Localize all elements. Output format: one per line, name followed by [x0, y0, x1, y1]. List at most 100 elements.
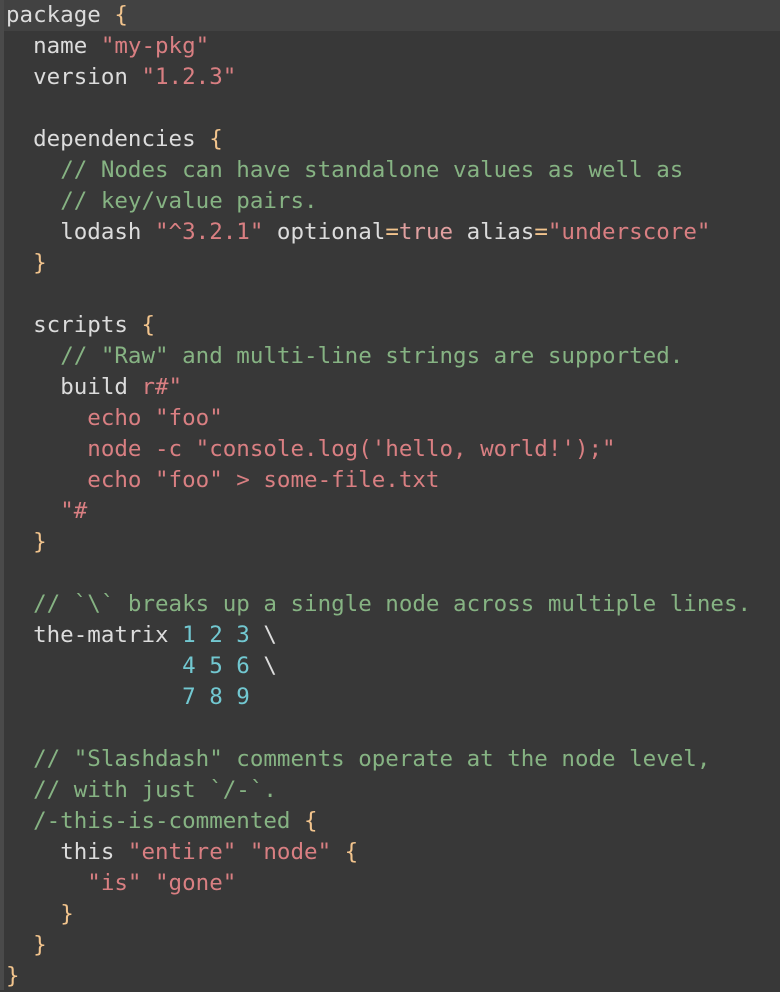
string-token: "entire" "node": [127, 839, 345, 865]
identifier-token: the-matrix: [33, 622, 183, 648]
code-line[interactable]: // "Raw" and multi-line strings are supp…: [4, 341, 780, 372]
comment-token: // Nodes can have standalone values as w…: [60, 157, 684, 183]
code-line[interactable]: scripts {: [4, 310, 780, 341]
identifier-token: package: [6, 2, 115, 28]
operator-token: =: [385, 219, 399, 245]
identifier-token: this: [60, 839, 128, 865]
identifier-token: name: [33, 33, 101, 59]
identifier-token: dependencies: [33, 126, 210, 152]
string-token: node -c "console.log('hello, world!');": [87, 436, 616, 462]
code-line[interactable]: lodash "^3.2.1" optional=true alias="und…: [4, 217, 780, 248]
code-editor[interactable]: package { name "my-pkg" version "1.2.3" …: [0, 0, 780, 990]
code-line[interactable]: [4, 558, 780, 589]
identifier-token: optional: [263, 219, 386, 245]
keyword-token: true: [398, 219, 454, 245]
code-line[interactable]: // Nodes can have standalone values as w…: [4, 155, 780, 186]
string-token: echo "foo": [87, 405, 223, 431]
code-line[interactable]: 4 5 6 \: [4, 651, 780, 682]
operator-token: =: [534, 219, 548, 245]
code-line[interactable]: 7 8 9: [4, 682, 780, 713]
code-line[interactable]: }: [4, 899, 780, 930]
code-line[interactable]: echo "foo" > some-file.txt: [4, 465, 780, 496]
string-token: "is" "gone": [87, 870, 237, 896]
brace-token: {: [114, 2, 128, 28]
string-token: "^3.2.1": [155, 219, 264, 245]
code-line[interactable]: // "Slashdash" comments operate at the n…: [4, 744, 780, 775]
code-line[interactable]: this "entire" "node" {: [4, 837, 780, 868]
identifier-token: alias: [453, 219, 535, 245]
code-line[interactable]: }: [4, 527, 780, 558]
code-line[interactable]: [4, 93, 780, 124]
identifier-token: build: [60, 374, 142, 400]
code-line[interactable]: echo "foo": [4, 403, 780, 434]
string-token: "underscore": [547, 219, 711, 245]
comment-token: // "Slashdash" comments operate at the n…: [33, 746, 711, 772]
brace-token: {: [344, 839, 359, 865]
comment-token: /-this-is-commented: [33, 808, 305, 834]
identifier-token: lodash: [60, 219, 156, 245]
code-line[interactable]: }: [4, 248, 780, 279]
brace-token: {: [209, 126, 223, 152]
comment-token: // with just `/-`.: [33, 777, 277, 803]
whitespace-token: \: [249, 653, 277, 679]
whitespace-token: \: [249, 622, 277, 648]
code-line[interactable]: dependencies {: [4, 124, 780, 155]
number-token: 1 2 3: [182, 622, 250, 648]
code-line[interactable]: // with just `/-`.: [4, 775, 780, 806]
code-line[interactable]: node -c "console.log('hello, world!');": [4, 434, 780, 465]
comment-token: // key/value pairs.: [60, 188, 318, 214]
comment-token: // `\` breaks up a single node across mu…: [33, 591, 752, 617]
brace-token: }: [33, 932, 47, 958]
code-line[interactable]: }: [4, 961, 780, 992]
code-line[interactable]: // key/value pairs.: [4, 186, 780, 217]
string-token: echo "foo" > some-file.txt: [87, 467, 440, 493]
code-line[interactable]: "is" "gone": [4, 868, 780, 899]
code-line[interactable]: the-matrix 1 2 3 \: [4, 620, 780, 651]
brace-token: }: [6, 963, 20, 989]
code-line-current[interactable]: package {: [4, 0, 780, 31]
code-line[interactable]: version "1.2.3": [4, 62, 780, 93]
number-token: 7 8 9: [182, 684, 250, 710]
identifier-token: version: [33, 64, 142, 90]
code-line[interactable]: build r#": [4, 372, 780, 403]
string-token: "my-pkg": [100, 33, 210, 59]
code-line[interactable]: [4, 713, 780, 744]
brace-token: }: [60, 901, 74, 927]
code-line[interactable]: name "my-pkg": [4, 31, 780, 62]
string-token: r#": [141, 374, 183, 400]
code-line[interactable]: "#: [4, 496, 780, 527]
brace-token: }: [33, 529, 47, 555]
code-line[interactable]: // `\` breaks up a single node across mu…: [4, 589, 780, 620]
brace-token: {: [304, 808, 318, 834]
number-token: 4 5 6: [182, 653, 250, 679]
code-line[interactable]: /-this-is-commented {: [4, 806, 780, 837]
string-token: "#: [60, 498, 88, 524]
comment-token: // "Raw" and multi-line strings are supp…: [60, 343, 684, 369]
code-line[interactable]: [4, 279, 780, 310]
code-line[interactable]: }: [4, 930, 780, 961]
